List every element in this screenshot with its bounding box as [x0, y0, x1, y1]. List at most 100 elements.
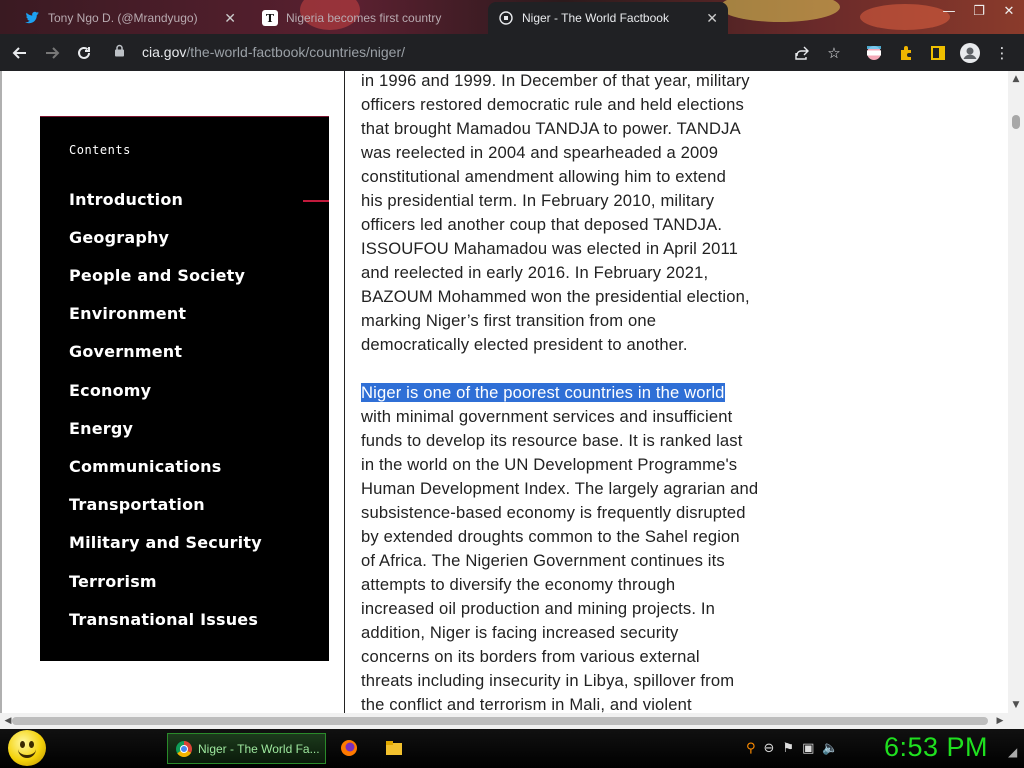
menu-kebab-icon[interactable]: ⋮ — [986, 37, 1018, 69]
sidebar-item-introduction[interactable]: Introduction — [69, 190, 183, 209]
vertical-scrollbar[interactable]: ▲ ▼ — [1008, 71, 1024, 713]
tab-twitter[interactable]: Tony Ngo D. (@Mrandyugo) ✕ — [14, 2, 246, 34]
content-divider — [344, 71, 345, 713]
twitter-icon — [24, 10, 40, 26]
resize-grip-icon: ◢ — [1008, 745, 1018, 759]
sidebar-item-geography[interactable]: Geography — [69, 228, 169, 247]
contents-title: Contents — [69, 143, 131, 157]
sidebar-item-terrorism[interactable]: Terrorism — [69, 572, 157, 591]
file-manager-icon[interactable] — [385, 739, 403, 757]
text-line: subsistence-based economy is frequently … — [361, 503, 746, 522]
sidebar-item-communications[interactable]: Communications — [69, 457, 221, 476]
search-icon[interactable]: ⚲ — [746, 741, 756, 757]
text-line: marking Niger’s first transition from on… — [361, 311, 657, 330]
text-line: concerns on its borders from various ext… — [361, 647, 700, 666]
url-host: cia.gov — [142, 44, 187, 60]
close-tab-icon[interactable]: ✕ — [706, 10, 718, 27]
restore-icon[interactable]: ❐ — [964, 0, 994, 22]
tab-strip: Tony Ngo D. (@Mrandyugo) ✕ T Nigeria bec… — [0, 0, 1024, 34]
text-line: in the world on the UN Development Progr… — [361, 455, 738, 474]
text-line: constitutional amendment allowing him to… — [361, 167, 726, 186]
status-circle-icon[interactable]: ⊖ — [764, 741, 775, 757]
text-line: funds to develop its resource base. It i… — [361, 431, 743, 450]
scroll-up-arrow-icon[interactable]: ▲ — [1008, 71, 1024, 87]
tab-niger-factbook[interactable]: Niger - The World Factbook ✕ — [488, 2, 728, 34]
sidebar-item-transnational-issues[interactable]: Transnational Issues — [69, 610, 258, 629]
tab-telegraph[interactable]: T Nigeria becomes first country — [252, 2, 484, 34]
text-line: BAZOUM Mohammed won the presidential ele… — [361, 287, 750, 306]
volume-icon[interactable]: 🔈 — [822, 741, 838, 757]
taskbar-window-label: Niger - The World Fa... — [198, 741, 320, 756]
text-line: increased oil production and mining proj… — [361, 599, 716, 618]
sidebar-item-economy[interactable]: Economy — [69, 381, 151, 400]
web-page: Contents Introduction Geography People a… — [0, 71, 1008, 713]
sidebar-item-military-and-security[interactable]: Military and Security — [69, 533, 262, 552]
address-bar[interactable]: cia.gov/the-world-factbook/countries/nig… — [108, 38, 848, 66]
chrome-icon — [176, 740, 192, 757]
taskbar-clock[interactable]: 6:53 PM — [884, 732, 988, 763]
active-section-marker — [303, 200, 329, 202]
sidebar-item-transportation[interactable]: Transportation — [69, 495, 205, 514]
text-line: democratically elected president to anot… — [361, 335, 688, 354]
url-path: /the-world-factbook/countries/niger/ — [186, 44, 406, 60]
sidebar-item-government[interactable]: Government — [69, 342, 182, 361]
sidebar-item-people-and-society[interactable]: People and Society — [69, 266, 245, 285]
tab-title: Tony Ngo D. (@Mrandyugo) — [48, 11, 198, 25]
flag-icon[interactable]: ⚑ — [782, 741, 794, 757]
text-line: officers led another coup that deposed T… — [361, 215, 723, 234]
text-line: in 1996 and 1999. In December of that ye… — [361, 71, 750, 90]
introduction-text: in 1996 and 1999. In December of that ye… — [361, 71, 821, 713]
text-line: by extended droughts common to the Sahel… — [361, 527, 740, 546]
close-tab-icon[interactable]: ✕ — [224, 10, 236, 27]
sidebar-item-energy[interactable]: Energy — [69, 419, 133, 438]
selected-text[interactable]: Niger is one of the poorest countries in… — [361, 383, 725, 402]
text-line: and reelected in early 2016. In February… — [361, 263, 709, 282]
close-window-icon[interactable]: ✕ — [994, 0, 1024, 22]
network-icon[interactable]: ▣ — [802, 741, 814, 757]
contents-sidebar: Contents Introduction Geography People a… — [40, 116, 329, 661]
tab-title: Nigeria becomes first country — [286, 11, 442, 25]
text-line: of Africa. The Nigerien Government conti… — [361, 551, 725, 570]
text-line: addition, Niger is facing increased secu… — [361, 623, 679, 642]
smiley-eye — [29, 741, 34, 748]
horizontal-scrollbar[interactable]: ◀ ▶ — [0, 713, 1024, 729]
forward-arrow-icon[interactable] — [36, 37, 68, 69]
cia-icon — [498, 10, 514, 26]
text-line: Human Development Index. The largely agr… — [361, 479, 759, 498]
share-icon[interactable] — [786, 37, 818, 69]
firefox-icon[interactable] — [340, 739, 358, 757]
bookmark-star-icon[interactable]: ☆ — [818, 37, 850, 69]
text-line: Niger is one of the poorest countries in… — [361, 381, 821, 405]
side-panel-icon[interactable] — [922, 37, 954, 69]
start-button-smiley-icon[interactable] — [8, 730, 46, 766]
extension-flag-icon[interactable] — [858, 37, 890, 69]
page-left-border — [0, 71, 2, 713]
text-line: attempts to diversify the economy throug… — [361, 575, 676, 594]
toolbar-right-icons: ☆ ⋮ — [786, 34, 1018, 71]
extensions-puzzle-icon[interactable] — [890, 37, 922, 69]
sidebar-item-environment[interactable]: Environment — [69, 304, 186, 323]
minimize-icon[interactable]: — — [934, 0, 964, 22]
horizontal-scroll-thumb[interactable] — [12, 717, 988, 725]
tab-title: Niger - The World Factbook — [522, 11, 669, 25]
text-line: threats including insecurity in Libya, s… — [361, 671, 735, 690]
scroll-down-arrow-icon[interactable]: ▼ — [1008, 697, 1024, 713]
reload-icon[interactable] — [68, 37, 100, 69]
text-line: the conflict and terrorism in Mali, and … — [361, 695, 692, 713]
vertical-scroll-thumb[interactable] — [1012, 115, 1020, 129]
profile-avatar-icon[interactable] — [954, 37, 986, 69]
text-line: officers restored democratic rule and he… — [361, 95, 744, 114]
text-line: that brought Mamadou TANDJA to power. TA… — [361, 119, 741, 138]
back-arrow-icon[interactable] — [4, 37, 36, 69]
text-line: ISSOUFOU Mahamadou was elected in April … — [361, 239, 739, 258]
text-line: with minimal government services and ins… — [361, 407, 733, 426]
text-line: his presidential term. In February 2010,… — [361, 191, 715, 210]
telegraph-icon: T — [262, 10, 278, 26]
scroll-right-arrow-icon[interactable]: ▶ — [992, 713, 1008, 729]
window-controls: — ❐ ✕ — [934, 0, 1024, 22]
text-line: was reelected in 2004 and spearheaded a … — [361, 143, 719, 162]
lock-icon[interactable] — [114, 44, 134, 60]
taskbar-window-chrome[interactable]: Niger - The World Fa... — [167, 733, 326, 764]
system-tray: ⚲ ⊖ ⚑ ▣ 🔈 — [746, 741, 839, 757]
